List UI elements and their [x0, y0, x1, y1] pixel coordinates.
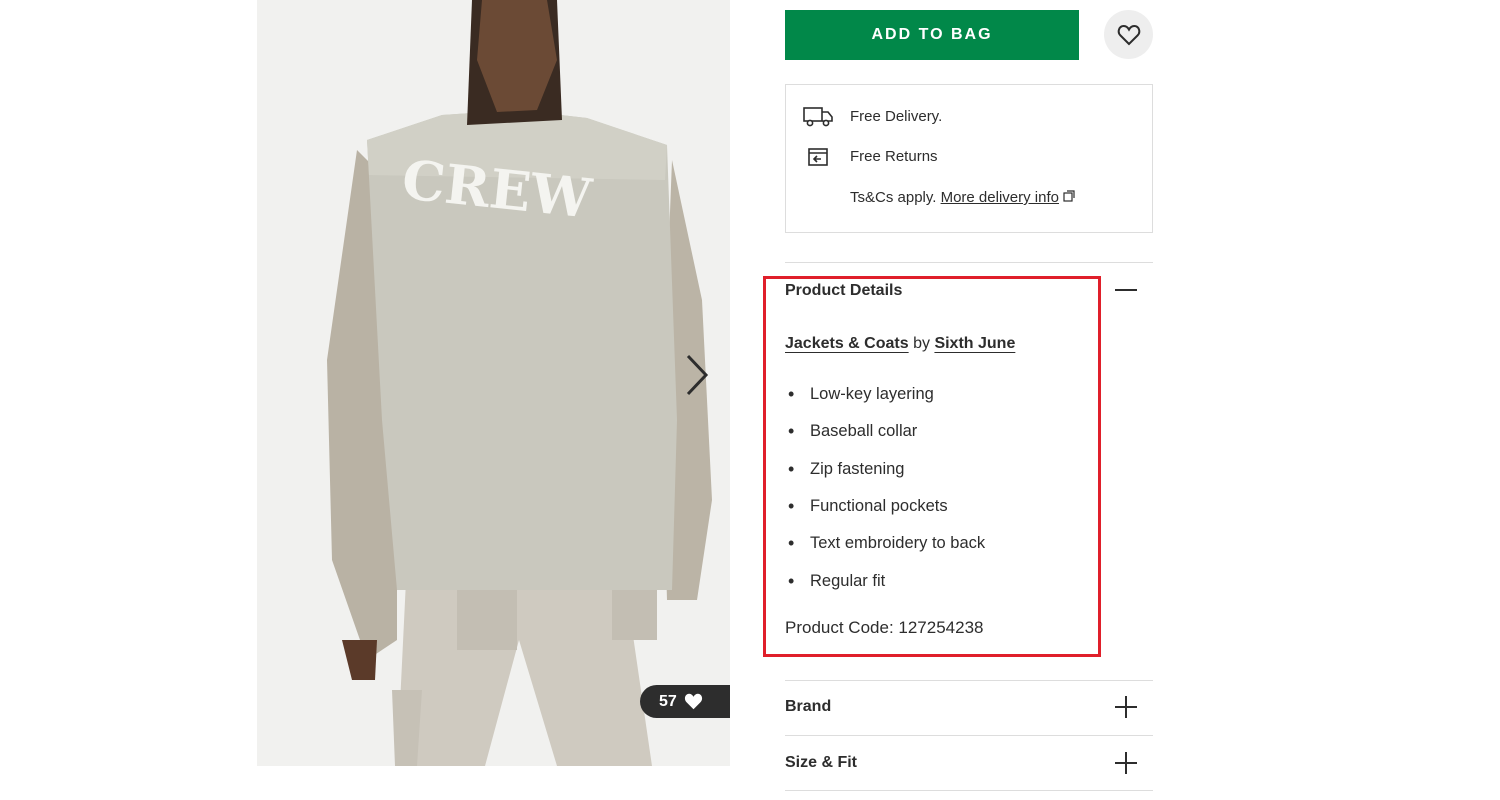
feature-item: Functional pockets: [785, 488, 985, 525]
chevron-right-icon[interactable]: [680, 350, 714, 400]
divider: [785, 680, 1153, 681]
feature-item: Baseball collar: [785, 413, 985, 450]
brand-link[interactable]: Sixth June: [934, 335, 1015, 352]
minus-icon[interactable]: [1114, 278, 1138, 302]
feature-item: Low-key layering: [785, 376, 985, 413]
external-link-icon: [1063, 190, 1075, 202]
by-text: by: [913, 335, 930, 352]
product-image[interactable]: CREW: [257, 0, 730, 766]
wishlist-button[interactable]: [1104, 10, 1153, 59]
divider: [785, 735, 1153, 736]
plus-icon[interactable]: [1114, 751, 1138, 775]
category-link[interactable]: Jackets & Coats: [785, 335, 909, 352]
product-details-header[interactable]: Product Details: [785, 282, 902, 300]
plus-icon[interactable]: [1114, 695, 1138, 719]
heart-filled-icon: [684, 693, 702, 710]
product-photo: CREW: [257, 0, 730, 766]
free-returns-row: Free Returns: [786, 145, 938, 167]
likes-count: 57: [659, 692, 677, 710]
brand-accordion-header[interactable]: Brand: [785, 698, 831, 716]
feature-list: Low-key layering Baseball collar Zip fas…: [785, 376, 985, 600]
delivery-info-box: Free Delivery. Free Returns Ts&Cs apply.…: [785, 84, 1153, 233]
free-delivery-row: Free Delivery.: [786, 105, 942, 127]
more-delivery-info-link[interactable]: More delivery info: [941, 189, 1059, 206]
returns-box-icon: [808, 148, 828, 166]
add-to-bag-button[interactable]: ADD TO BAG: [785, 10, 1079, 60]
feature-item: Zip fastening: [785, 451, 985, 488]
feature-item: Regular fit: [785, 562, 985, 599]
size-fit-accordion-header[interactable]: Size & Fit: [785, 754, 857, 772]
product-code: Product Code: 127254238: [785, 618, 984, 637]
divider: [785, 262, 1153, 263]
feature-item: Text embroidery to back: [785, 525, 985, 562]
truck-icon: [803, 107, 833, 127]
heart-outline-icon: [1117, 24, 1140, 45]
delivery-terms: Ts&Cs apply. More delivery info: [850, 189, 1075, 206]
free-delivery-text: Free Delivery.: [850, 107, 943, 125]
divider: [785, 790, 1153, 791]
free-returns-text: Free Returns: [850, 147, 938, 165]
terms-text: Ts&Cs apply.: [850, 189, 937, 206]
likes-badge[interactable]: 57: [640, 685, 730, 718]
category-brand-line: Jackets & Coats by Sixth June: [785, 335, 1015, 353]
